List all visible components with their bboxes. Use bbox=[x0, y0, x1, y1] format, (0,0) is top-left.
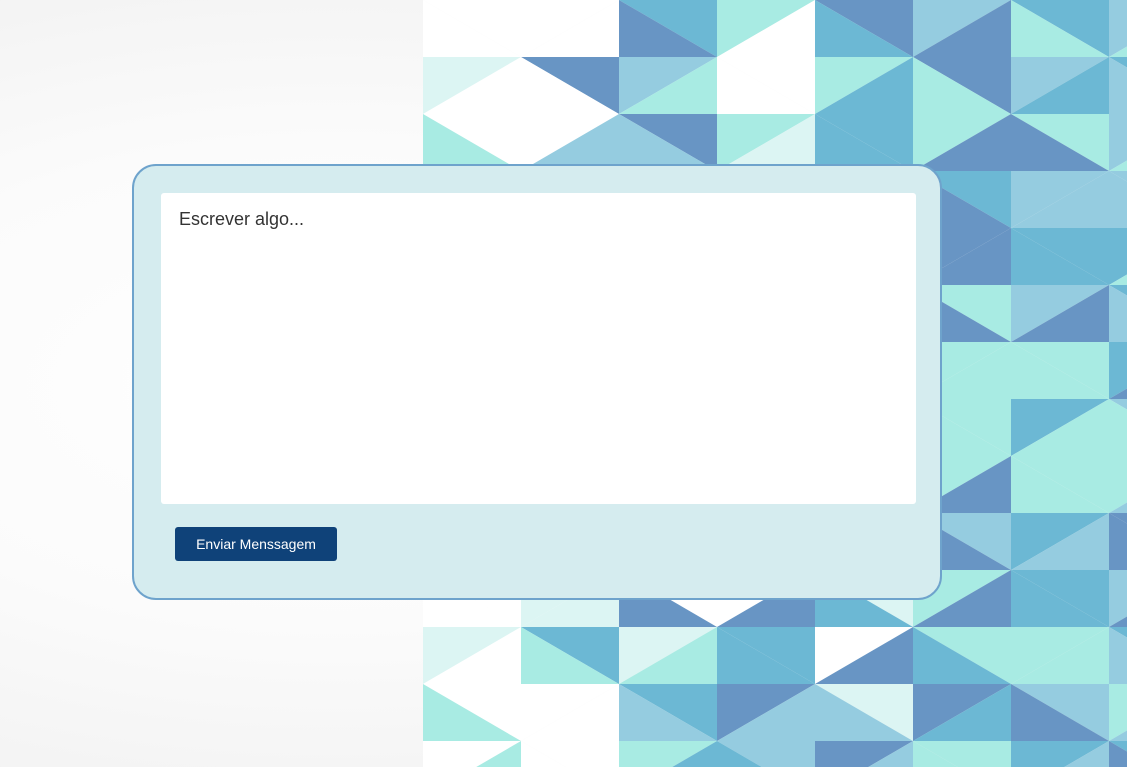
message-textarea[interactable] bbox=[161, 193, 916, 504]
send-message-button[interactable]: Enviar Menssagem bbox=[175, 527, 337, 561]
message-form-card: Enviar Menssagem bbox=[132, 164, 942, 600]
